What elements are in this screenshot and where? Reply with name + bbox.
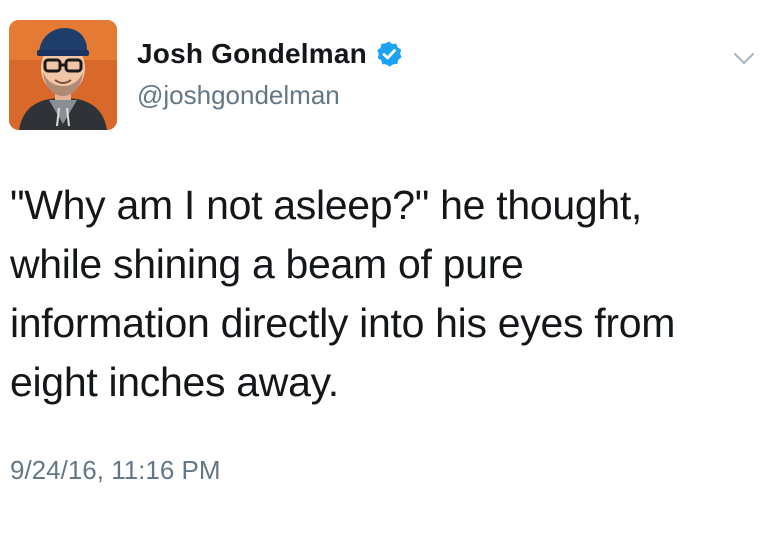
tweet-timestamp[interactable]: 9/24/16, 11:16 PM	[10, 455, 221, 486]
author-display-name[interactable]: Josh Gondelman	[137, 38, 367, 70]
verified-badge-icon	[377, 41, 402, 67]
tweet-text: "Why am I not asleep?" he thought, while…	[10, 182, 676, 405]
author-avatar[interactable]	[9, 20, 117, 130]
chevron-down-icon[interactable]	[733, 52, 755, 66]
tweet-card: Josh Gondelman @joshgondelman "Why am I …	[0, 0, 768, 554]
author-handle[interactable]: @joshgondelman	[137, 80, 340, 111]
author-name-row: Josh Gondelman	[137, 38, 403, 70]
profile-photo-icon	[9, 20, 117, 130]
